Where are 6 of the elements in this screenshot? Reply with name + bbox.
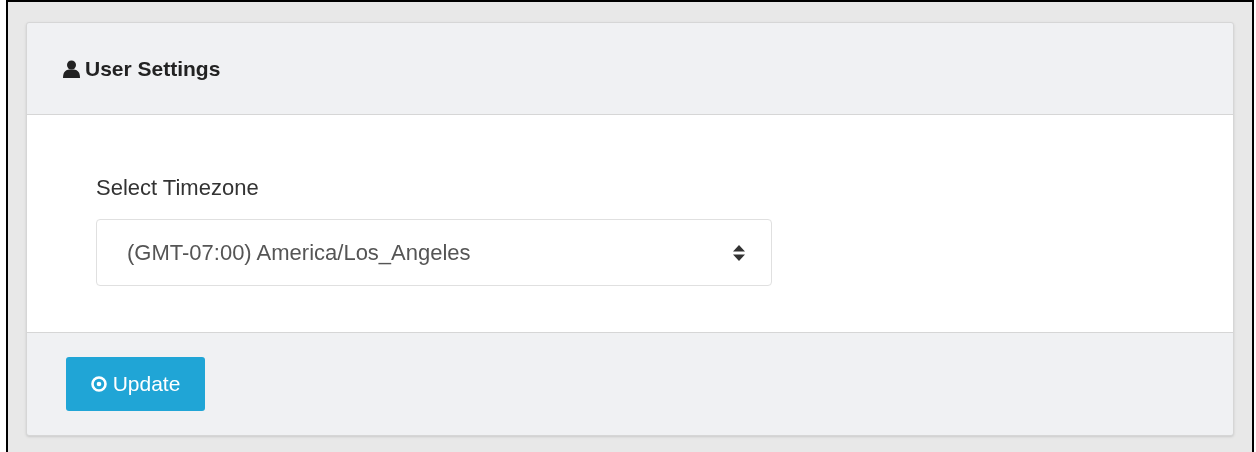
sort-icon xyxy=(733,244,745,261)
field-label: Select Timezone xyxy=(96,177,260,199)
target-icon xyxy=(90,376,107,392)
timezone-select[interactable]: (GMT-07:00) America/Los_Angeles xyxy=(96,219,772,286)
user-icon xyxy=(63,59,80,78)
panel-title: User Settings xyxy=(85,55,221,82)
